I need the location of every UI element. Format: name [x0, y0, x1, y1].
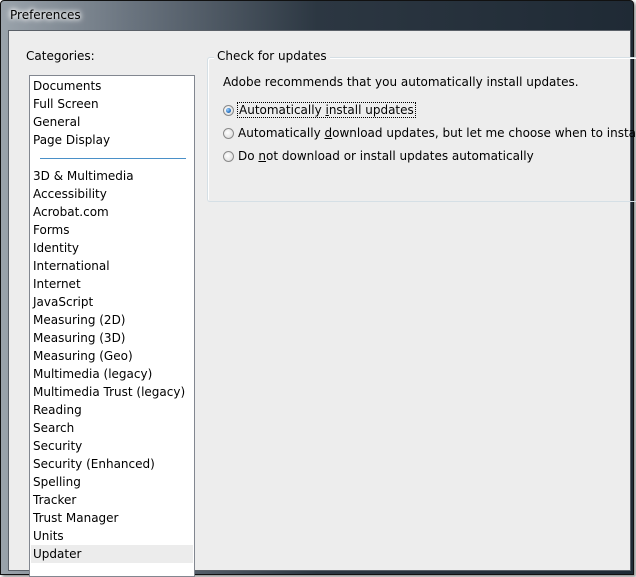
preferences-window: Preferences Categories: Documents Full Sc…: [0, 0, 636, 577]
category-item-measuring-2d[interactable]: Measuring (2D): [31, 311, 193, 329]
radio-button[interactable]: [223, 104, 234, 116]
categories-label: Categories:: [26, 49, 95, 63]
label-part: d: [324, 126, 333, 140]
label-part: n: [258, 149, 267, 163]
option-label[interactable]: Automatically download updates, but let …: [238, 126, 636, 140]
category-item-forms[interactable]: Forms: [31, 221, 193, 239]
label-part: Do: [238, 149, 259, 163]
radio-button[interactable]: [223, 127, 234, 139]
categories-list[interactable]: Documents Full Screen General Page Display 3…: [29, 75, 195, 577]
radio-button[interactable]: [223, 150, 234, 162]
label-part: Automatically: [238, 126, 325, 140]
category-item-search[interactable]: Search: [31, 419, 193, 437]
recommendation-text: Adobe recommends that you automatically …: [223, 75, 579, 89]
category-item-multimedia-legacy[interactable]: Multimedia (legacy): [31, 365, 193, 383]
label-part: ot download or install updates automatic…: [266, 149, 534, 163]
label-part: nstall updates: [328, 103, 414, 117]
update-option-1[interactable]: Automatically install updates: [223, 101, 416, 119]
category-item-3d-multimedia[interactable]: 3D & Multimedia: [31, 167, 193, 185]
title-bar[interactable]: Preferences: [1, 1, 633, 30]
category-item-updater[interactable]: Updater: [31, 545, 193, 563]
window-title: Preferences: [10, 8, 81, 22]
category-item-spelling[interactable]: Spelling: [31, 473, 193, 491]
category-item-reading[interactable]: Reading: [31, 401, 193, 419]
category-item-multimedia-trust-legacy[interactable]: Multimedia Trust (legacy): [31, 383, 193, 401]
category-item-units[interactable]: Units: [31, 527, 193, 545]
update-option-2[interactable]: Automatically download updates, but let …: [223, 124, 636, 142]
option-label[interactable]: Do not download or install updates autom…: [238, 149, 534, 163]
category-item-documents[interactable]: Documents: [31, 77, 193, 95]
category-item-full-screen[interactable]: Full Screen: [31, 95, 193, 113]
dialog-body: Categories: Documents Full Screen General P…: [8, 30, 636, 577]
category-item-security-enhanced[interactable]: Security (Enhanced): [31, 455, 193, 473]
category-item-identity[interactable]: Identity: [31, 239, 193, 257]
category-item-measuring-geo[interactable]: Measuring (Geo): [31, 347, 193, 365]
list-separator: [40, 158, 186, 159]
option-label[interactable]: Automatically install updates: [237, 102, 416, 118]
category-item-international[interactable]: International: [31, 257, 193, 275]
update-option-3[interactable]: Do not download or install updates autom…: [223, 147, 534, 165]
label-part: Automatically: [239, 103, 326, 117]
category-item-tracker[interactable]: Tracker: [31, 491, 193, 509]
category-item-acrobat-com[interactable]: Acrobat.com: [31, 203, 193, 221]
category-item-security[interactable]: Security: [31, 437, 193, 455]
category-item-general[interactable]: General: [31, 113, 193, 131]
category-item-measuring-3d[interactable]: Measuring (3D): [31, 329, 193, 347]
group-title: Check for updates: [214, 49, 330, 63]
category-item-javascript[interactable]: JavaScript: [31, 293, 193, 311]
category-item-trust-manager[interactable]: Trust Manager: [31, 509, 193, 527]
category-item-page-display[interactable]: Page Display: [31, 131, 193, 149]
category-item-accessibility[interactable]: Accessibility: [31, 185, 193, 203]
category-item-internet[interactable]: Internet: [31, 275, 193, 293]
label-part: ownload updates, but let me choose when …: [332, 126, 636, 140]
